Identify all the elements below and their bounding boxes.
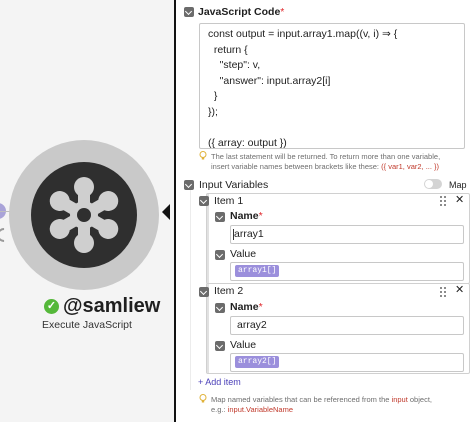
collapse-item-1-icon[interactable] (199, 196, 209, 206)
map-toggle[interactable] (424, 179, 442, 189)
code-hint-example: ({ var1, var2, ... }) (381, 162, 440, 171)
javascript-code-editor[interactable]: const output = input.array1.map((v, i) ⇒… (199, 23, 465, 149)
item-2-value-input[interactable]: array2[] (230, 353, 464, 372)
item-2-remove-icon[interactable]: ✕ (455, 283, 464, 296)
code-hint: The last statement will be returned. To … (211, 152, 441, 171)
module-label: Execute JavaScript (42, 319, 132, 331)
collapse-item-2-name-icon[interactable] (215, 303, 225, 313)
item-1-name-label: Name* (230, 210, 263, 222)
item-1-value-label: Value (230, 248, 257, 260)
item-2-name-label: Name* (230, 301, 263, 313)
lightbulb-icon (199, 394, 207, 403)
collapse-item-1-name-icon[interactable] (215, 212, 225, 222)
item-1-drag-handle-icon[interactable] (440, 196, 446, 206)
javascript-module-icon[interactable] (31, 162, 137, 268)
section-guide-line (190, 190, 191, 390)
lightbulb-icon (199, 151, 207, 160)
collapse-item-1-value-icon[interactable] (215, 250, 225, 260)
map-toggle-label: Map (449, 180, 467, 190)
collapse-input-variables-icon[interactable] (184, 180, 194, 190)
collapse-item-2-icon[interactable] (199, 287, 209, 297)
panel-pointer (162, 204, 170, 220)
item-1-name-input[interactable]: array1 (230, 225, 464, 244)
item-2-drag-handle-icon[interactable] (440, 287, 446, 297)
code-text[interactable]: const output = input.array1.map((v, i) ⇒… (208, 27, 397, 151)
array2-variable-chip[interactable]: array2[] (235, 356, 280, 368)
add-item-button[interactable]: + Add item (198, 377, 241, 387)
array1-variable-chip[interactable]: array1[] (235, 265, 280, 277)
item-1-remove-icon[interactable]: ✕ (455, 193, 464, 206)
collapse-item-2-value-icon[interactable] (215, 341, 225, 351)
module-author: @samliew (63, 295, 161, 317)
input-variables-label: Input Variables (199, 179, 269, 191)
item-2-name-input[interactable]: array2 (230, 316, 464, 335)
item-2-title: Item 2 (214, 285, 244, 297)
item-1-value-input[interactable]: array1[] (230, 262, 464, 281)
javascript-code-label: JavaScript Code* (198, 6, 285, 18)
scenario-canvas[interactable]: ✓ @samliew Execute JavaScript (0, 0, 174, 422)
item-2-value-label: Value (230, 339, 257, 351)
input-variables-hint: Map named variables that can be referenc… (211, 395, 432, 414)
item-1-title: Item 1 (214, 195, 244, 207)
collapse-javascript-code-icon[interactable] (184, 7, 194, 17)
verified-check-icon: ✓ (44, 299, 59, 314)
text-cursor (233, 229, 234, 240)
